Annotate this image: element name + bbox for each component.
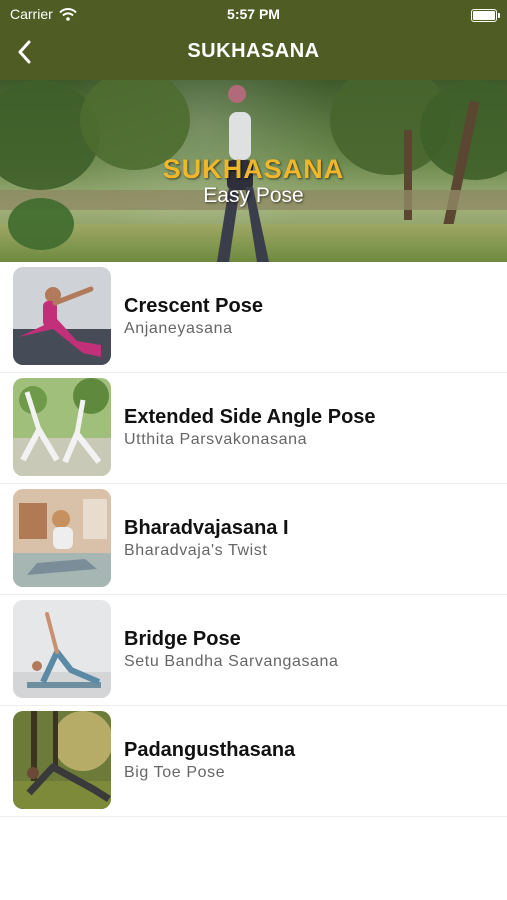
pose-name: Crescent Pose: [124, 295, 263, 317]
navigation-bar: SUKHASANA: [0, 28, 507, 76]
pose-thumbnail: [13, 267, 111, 365]
page-title: SUKHASANA: [187, 40, 320, 62]
hero-subtitle: Easy Pose: [203, 184, 304, 207]
pose-sanskrit: Big Toe Pose: [124, 764, 226, 781]
pose-list: Crescent Pose Anjaneyasana Extended Side…: [0, 262, 507, 817]
hero-title: SUKHASANA: [162, 154, 345, 184]
pose-sanskrit: Bharadvaja's Twist: [124, 542, 268, 559]
pose-sanskrit: Anjaneyasana: [124, 320, 233, 337]
status-bar: Carrier 5:57 PM: [0, 6, 507, 24]
pose-thumbnail: [13, 711, 111, 809]
pose-thumbnail: [13, 489, 111, 587]
list-item-extended-side-angle-pose[interactable]: Extended Side Angle Pose Utthita Parsvak…: [0, 373, 507, 484]
list-item-bharadvajasana-i[interactable]: Bharadvajasana I Bharadvaja's Twist: [0, 484, 507, 595]
list-item-bridge-pose[interactable]: Bridge Pose Setu Bandha Sarvangasana: [0, 595, 507, 706]
list-item-crescent-pose[interactable]: Crescent Pose Anjaneyasana: [0, 262, 507, 373]
header-bar: Carrier 5:57 PM SUKHASANA: [0, 0, 507, 80]
pose-name: Extended Side Angle Pose: [124, 406, 376, 428]
hero-banner: SUKHASANA Easy Pose: [0, 80, 507, 262]
list-item-padangusthasana[interactable]: Padangusthasana Big Toe Pose: [0, 706, 507, 817]
hero-text: SUKHASANA Easy Pose: [0, 154, 507, 208]
pose-name: Bharadvajasana I: [124, 517, 289, 539]
pose-sanskrit: Setu Bandha Sarvangasana: [124, 653, 339, 670]
pose-thumbnail: [13, 600, 111, 698]
pose-name: Padangusthasana: [124, 739, 296, 761]
clock: 5:57 PM: [227, 6, 280, 22]
pose-sanskrit: Utthita Parsvakonasana: [124, 431, 308, 448]
battery-icon: [471, 9, 500, 22]
pose-thumbnail: [13, 378, 111, 476]
pose-name: Bridge Pose: [124, 628, 241, 650]
